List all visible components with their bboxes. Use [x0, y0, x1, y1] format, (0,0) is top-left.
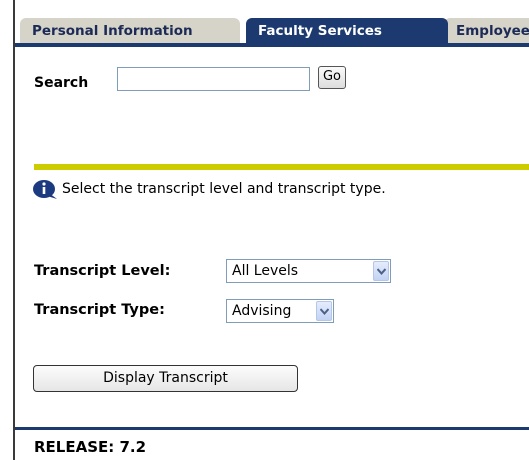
footer-divider: [15, 427, 529, 430]
transcript-level-select[interactable]: All Levels: [226, 259, 391, 283]
chevron-down-icon[interactable]: [373, 261, 389, 281]
info-icon: [32, 178, 58, 200]
tab-faculty-services[interactable]: Faculty Services: [246, 18, 448, 44]
transcript-level-value: All Levels: [232, 263, 299, 279]
tab-employee[interactable]: Employee: [444, 18, 529, 44]
transcript-type-label: Transcript Type:: [34, 302, 165, 318]
transcript-level-label: Transcript Level:: [34, 263, 171, 279]
search-label: Search: [34, 75, 89, 91]
release-version: RELEASE: 7.2: [34, 438, 147, 456]
chevron-down-icon[interactable]: [316, 301, 332, 321]
transcript-type-value: Advising: [232, 303, 292, 319]
info-message: Select the transcript level and transcri…: [62, 181, 386, 197]
search-input[interactable]: [117, 67, 310, 91]
tab-personal-information-label: Personal Information: [32, 23, 193, 39]
go-button[interactable]: Go: [318, 66, 346, 89]
transcript-type-select[interactable]: Advising: [226, 299, 334, 323]
section-divider: [34, 164, 529, 170]
tab-employee-label: Employee: [456, 23, 529, 39]
display-transcript-button[interactable]: Display Transcript: [33, 365, 298, 392]
tab-bar: Personal Information Faculty Services Em…: [20, 18, 529, 44]
tab-faculty-services-label: Faculty Services: [258, 23, 382, 39]
tab-personal-information[interactable]: Personal Information: [20, 18, 240, 44]
